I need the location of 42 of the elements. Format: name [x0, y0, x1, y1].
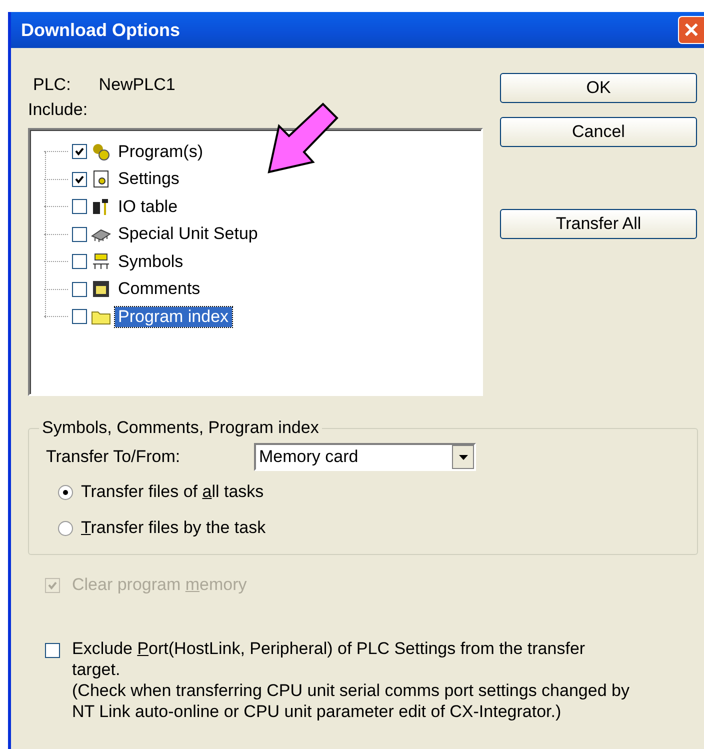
tree-item[interactable]: Comments — [115, 279, 204, 300]
plc-label: PLC: — [33, 75, 71, 95]
checkbox[interactable] — [72, 172, 87, 187]
dialog-button[interactable]: Transfer All — [500, 209, 697, 239]
plug-icon — [91, 196, 111, 217]
group-title: Symbols, Comments, Program index — [41, 418, 320, 438]
tree-item[interactable]: Symbols — [115, 252, 186, 272]
checkbox[interactable] — [72, 199, 87, 214]
checkbox-label: Exclude Port(HostLink, Peripheral) of PLC Settings from the transfer target. — [72, 638, 586, 680]
dialog-button[interactable]: Cancel — [500, 117, 697, 147]
plc-name: NewPLC1 — [98, 75, 176, 95]
checkbox[interactable] — [72, 144, 87, 160]
transfer-label: Transfer To/From: — [46, 447, 180, 467]
symbols-icon — [91, 252, 111, 272]
folder-window-icon — [91, 279, 111, 300]
tree-item[interactable]: Settings — [115, 169, 182, 190]
check-mark-icon — [75, 174, 84, 184]
radio-label: Transfer files of all tasks — [81, 482, 264, 502]
check-mark-icon — [48, 580, 57, 590]
radio-label: Transfer files by the task — [81, 518, 266, 538]
include-label: Include: — [28, 100, 89, 120]
document-icon — [91, 169, 111, 190]
checkbox[interactable] — [45, 643, 60, 658]
tree-item[interactable]: Program index — [115, 306, 232, 327]
dialog-button[interactable]: OK — [500, 73, 697, 103]
gears-icon — [91, 142, 111, 162]
radio-button[interactable] — [58, 484, 73, 500]
close-button[interactable]: ✕ — [678, 16, 704, 44]
checkbox[interactable] — [72, 282, 87, 297]
checkbox-label: Clear program memory — [72, 575, 247, 595]
check-mark-icon — [75, 147, 84, 156]
checkbox[interactable] — [72, 309, 87, 324]
transfer-dropdown[interactable]: Memory card — [254, 443, 476, 471]
checkbox[interactable] — [72, 226, 87, 242]
pointer-arrow-drawing — [267, 102, 339, 174]
checkbox[interactable] — [72, 254, 87, 270]
tree-item[interactable]: Special Unit Setup — [115, 224, 261, 244]
radio-button[interactable] — [58, 520, 73, 536]
note-text: (Check when transferring CPU unit serial comms port settings changed by NT Link auto-online or CPU unit parameter edit of CX-Integrator.) — [72, 680, 630, 722]
tree-item[interactable]: Program(s) — [115, 142, 206, 162]
window-title: Download Options — [21, 20, 180, 40]
tree-item[interactable]: IO table — [115, 196, 181, 217]
